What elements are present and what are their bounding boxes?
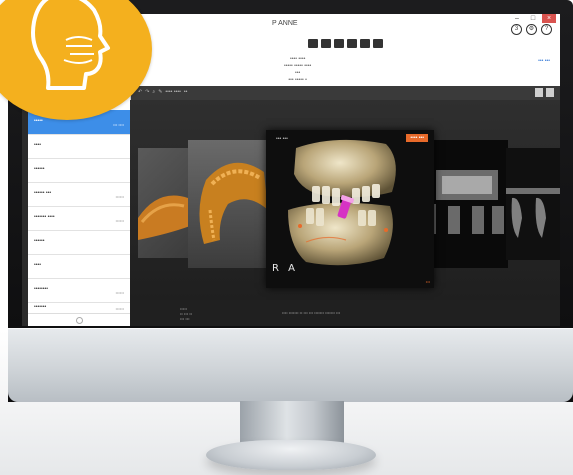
sidebar-item-label: •••••• <box>34 238 45 244</box>
sidebar-item[interactable]: •••• <box>28 134 130 159</box>
sidebar-item[interactable]: ••••••• •••• •••••• <box>28 206 130 231</box>
status-message: •••• ••••••• •• ••• ••• ••••••• ••••••• … <box>282 310 341 315</box>
window-title: P ANNE <box>272 20 298 27</box>
help-icon[interactable]: 3 <box>511 24 522 35</box>
thumbnail-ct-cross-sections[interactable] <box>506 148 560 260</box>
info-link[interactable]: ••• ••• <box>538 58 550 64</box>
gear-icon[interactable]: ⚙ <box>526 24 537 35</box>
info-line: •••• •••• <box>289 56 306 62</box>
viewer-right-icons <box>535 88 554 97</box>
sidebar: •••• • ••• •• •• •• •• ••• ••• •••• •• •• • •… <box>28 86 134 326</box>
case-viewer: ••• ••• •••• ••• R A ••• <box>130 100 560 300</box>
info-line: ••• ••••• • <box>288 77 307 83</box>
monitor-stand-base <box>206 440 376 470</box>
sidebar-item-meta: •••••• <box>115 218 124 223</box>
toolbar-icons <box>308 39 383 48</box>
sidebar-item-label: •••• <box>34 142 42 148</box>
viewer-label: •••• •••• <box>165 89 181 95</box>
info-line: ••• <box>295 70 301 76</box>
close-button[interactable]: × <box>542 14 556 23</box>
status-line: ••• ••• <box>180 316 190 321</box>
print-icon[interactable] <box>546 88 554 97</box>
sidebar-item[interactable]: •••••• <box>28 230 130 255</box>
share-icon[interactable] <box>373 39 383 48</box>
export-icon[interactable] <box>535 88 543 97</box>
sidebar-item-label: ••••• <box>34 118 43 124</box>
status-info: ••••• •• ••• •• ••• ••• <box>180 306 192 321</box>
sidebar-item-meta: •••••• <box>115 306 124 311</box>
redo-icon[interactable]: ↷ <box>145 89 149 95</box>
sidebar-item-label: ••••••• •••• <box>34 214 55 220</box>
info-line: ••••• ••••• •••• <box>284 63 312 69</box>
top-right-icons: 3 ⚙ ? <box>511 24 552 35</box>
thumbnail-model-upper[interactable] <box>188 140 274 268</box>
zoom-icon[interactable]: ⌕ <box>152 89 155 95</box>
maximize-button[interactable]: □ <box>526 14 540 23</box>
settings-icon[interactable] <box>76 317 83 324</box>
sidebar-item-label: •••• <box>34 262 42 268</box>
ct-cross-section-image <box>506 188 560 238</box>
implant-icon[interactable] <box>347 39 357 48</box>
layout-icon[interactable] <box>321 39 331 48</box>
main-view-label: ••• ••• <box>276 136 288 142</box>
minimize-button[interactable]: – <box>510 14 524 23</box>
view-icon[interactable] <box>360 39 370 48</box>
sidebar-item[interactable]: •••• <box>28 254 130 279</box>
sidebar-item-meta: ••• •••• <box>113 122 124 127</box>
monitor-chin <box>8 328 573 402</box>
ct-slices-image <box>428 170 504 234</box>
sidebar-item[interactable]: •••••••• •••••• <box>28 278 130 303</box>
sidebar-item-label: •••••• <box>34 166 45 172</box>
tooth-icon[interactable] <box>334 39 344 48</box>
status-bar: ••••• •• ••• •• ••• ••• •••• ••••••• •• … <box>130 300 560 326</box>
main-view-badge[interactable]: •••• ••• <box>406 134 428 142</box>
viewer-toolbar: ↶ ↷ ⌕ ✎ •••• •••• •• <box>122 86 560 100</box>
sidebar-item[interactable]: •••••• <box>28 158 130 183</box>
thumbnail-ct-slices[interactable] <box>428 140 508 268</box>
document-icon[interactable] <box>308 39 318 48</box>
orientation-letters: R A <box>272 263 298 274</box>
sidebar-item-meta: •••••• <box>115 290 124 295</box>
head-profile-icon <box>31 0 110 90</box>
viewer-label: •• <box>183 89 188 95</box>
sidebar-footer <box>28 313 130 326</box>
patient-info: •••• •••• ••••• ••••• •••• ••• ••• •••••… <box>284 56 311 84</box>
main-3d-render[interactable]: ••• ••• •••• ••• R A ••• <box>266 130 434 288</box>
window-controls: – □ × <box>508 14 556 23</box>
sidebar-item[interactable]: •••••• ••• •••••• <box>28 182 130 207</box>
main-view-footer: ••• <box>425 279 430 284</box>
undo-icon[interactable]: ↶ <box>138 89 142 95</box>
edit-icon[interactable]: ✎ <box>158 89 162 95</box>
arch-model-image <box>199 162 268 244</box>
sidebar-item-label: ••••••• <box>34 304 47 310</box>
sidebar-item-label: •••••••• <box>34 286 49 292</box>
sidebar-item-meta: •••••• <box>115 194 124 199</box>
viewer-tools: ↶ ↷ ⌕ ✎ •••• •••• •• <box>138 89 187 95</box>
sidebar-item-label: •••••• ••• <box>34 190 52 196</box>
info-icon[interactable]: ? <box>541 24 552 35</box>
